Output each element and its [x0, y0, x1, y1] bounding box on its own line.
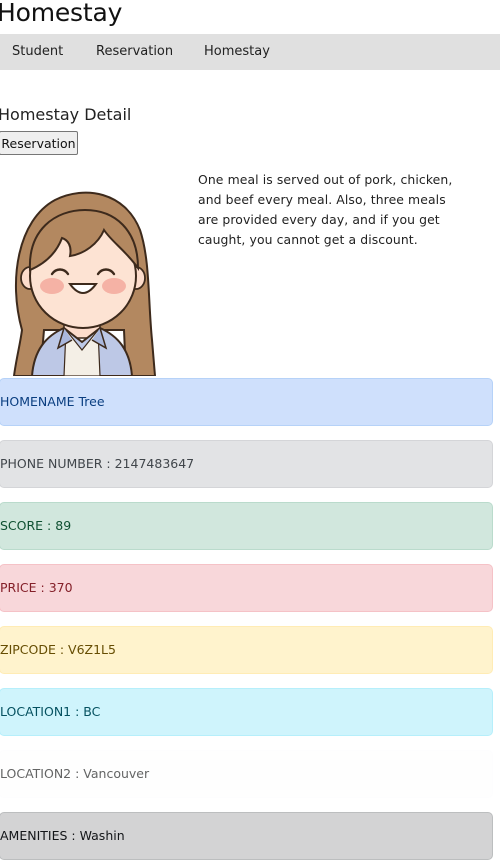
detail-row-price: PRICE : 370 [0, 564, 493, 612]
reservation-button[interactable]: Reservation [0, 131, 78, 155]
detail-row-location2: LOCATION2 : Vancouver [0, 750, 493, 798]
site-title: Homestay [0, 0, 123, 27]
detail-row-score: SCORE : 89 [0, 502, 493, 550]
detail-row-phone-number: PHONE NUMBER : 2147483647 [0, 440, 493, 488]
navbar: Student Reservation Homestay [0, 34, 500, 70]
homestay-host-image [0, 180, 190, 377]
detail-row-amenities: AMENITIES : Washin [0, 812, 493, 860]
nav-link-student[interactable]: Student [12, 34, 63, 70]
nav-link-homestay[interactable]: Homestay [204, 34, 270, 70]
nav-link-reservation[interactable]: Reservation [96, 34, 173, 70]
homestay-description: One meal is served out of pork, chicken,… [198, 172, 453, 247]
detail-row-homename: HOMENAME Tree [0, 378, 493, 426]
page-title: Homestay Detail [0, 105, 132, 124]
detail-row-zipcode: ZIPCODE : V6Z1L5 [0, 626, 493, 674]
detail-row-location1: LOCATION1 : BC [0, 688, 493, 736]
